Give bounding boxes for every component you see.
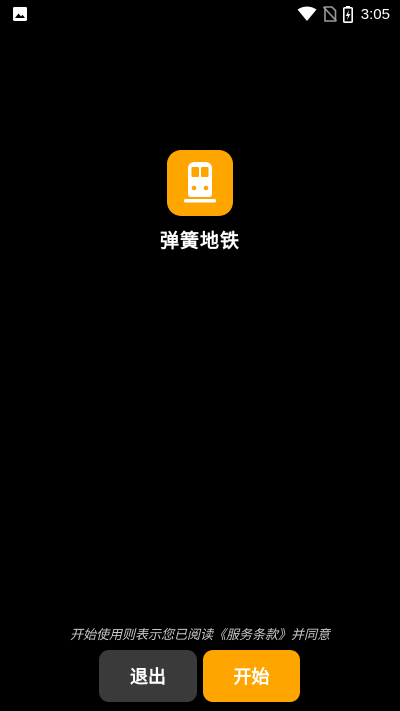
subway-train-icon	[184, 162, 216, 203]
battery-charging-icon	[342, 5, 353, 23]
wifi-icon	[297, 6, 317, 22]
status-time: 3:05	[360, 5, 390, 23]
image-notification-icon	[12, 6, 28, 22]
app-logo	[167, 150, 233, 216]
app-name: 弹簧地铁	[159, 230, 240, 252]
terms-agreement-text[interactable]: 开始使用则表示您已阅读《服务条款》并同意	[0, 624, 400, 643]
no-sim-icon	[322, 6, 337, 22]
start-button[interactable]: 开始	[203, 650, 300, 702]
status-bar: 3:05	[0, 0, 400, 28]
exit-button[interactable]: 退出	[99, 650, 197, 702]
status-icons: 3:05	[297, 4, 390, 24]
